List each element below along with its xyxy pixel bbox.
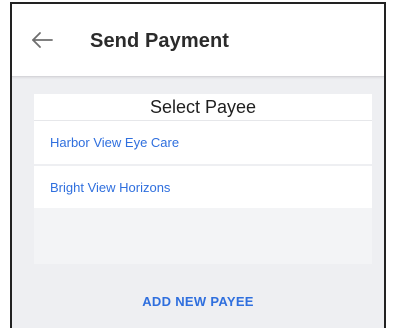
phone-screen: Send Payment Select Payee Harbor View Ey…: [10, 2, 386, 328]
card-title: Select Payee: [34, 94, 372, 120]
arrow-left-icon: [32, 32, 53, 48]
payee-item-bright-view-horizons[interactable]: Bright View Horizons: [34, 164, 372, 208]
back-button[interactable]: [30, 28, 56, 52]
payee-card: Select Payee Harbor View Eye Care Bright…: [34, 94, 372, 264]
app-bar: Send Payment: [12, 4, 384, 77]
payee-item-harbor-view-eye-care[interactable]: Harbor View Eye Care: [34, 120, 372, 164]
add-new-payee-button[interactable]: ADD NEW PAYEE: [12, 294, 384, 309]
page-title: Send Payment: [90, 30, 230, 52]
